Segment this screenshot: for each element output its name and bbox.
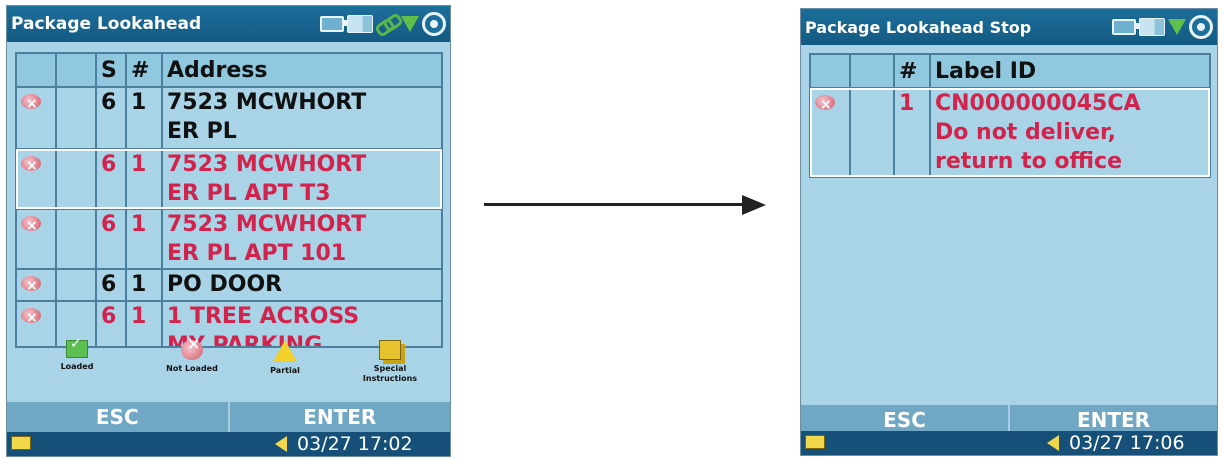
table-row[interactable]: 6 1 PO DOOR [15, 268, 443, 302]
battery-icon [1112, 19, 1139, 35]
table-row[interactable]: 6 1 7523 MCWHORTER PL [15, 86, 443, 150]
col-status-header [809, 53, 851, 89]
clock: 03/27 17:06 [1069, 432, 1185, 454]
task-bar: 03/27 17:02 [7, 432, 450, 456]
col-number-header: # [125, 52, 163, 88]
col-label-id-header: Label ID [929, 53, 1211, 89]
not-loaded-icon [21, 90, 41, 119]
esc-button[interactable]: ESC [7, 402, 230, 432]
truck-icon [347, 15, 373, 33]
legend-loaded: Loaded [47, 339, 107, 372]
title-bar: Package Lookahead Stop [801, 9, 1217, 45]
arrow-head [742, 195, 766, 215]
row-number: 1 [125, 268, 163, 302]
not-loaded-icon [21, 272, 41, 301]
col-blank-header [55, 52, 97, 88]
not-loaded-icon [21, 304, 41, 333]
speaker-icon[interactable] [275, 436, 287, 452]
row-s: 6 [95, 268, 127, 302]
not-loaded-icon [181, 339, 203, 360]
col-number-header: # [893, 53, 931, 89]
not-loaded-icon [21, 212, 41, 241]
signal-icon [401, 16, 419, 32]
col-s-header: S [95, 52, 127, 88]
task-bar: 03/27 17:06 [801, 431, 1217, 455]
signal-icon [1168, 19, 1186, 35]
package-lookahead-stop-screen: Package Lookahead Stop # Label ID 1 CN00… [800, 8, 1218, 456]
title-bar: Package Lookahead [7, 6, 450, 42]
row-address: 7523 MCWHORT ER PL APT 101 [161, 208, 443, 270]
legend-partial: Partial [255, 340, 315, 376]
row-label-id: CN000000045CA Do not deliver, return to … [929, 87, 1211, 178]
enter-button[interactable]: ENTER [230, 402, 451, 432]
col-status-header [15, 52, 57, 88]
table-header: S # Address [15, 52, 443, 88]
softkey-bar: ESC ENTER [7, 402, 450, 432]
speaker-icon[interactable] [1047, 435, 1059, 451]
power-icon[interactable] [422, 12, 446, 36]
loaded-icon [66, 339, 88, 358]
row-s: 6 [95, 148, 127, 210]
warning-icon [273, 340, 297, 362]
arrow-line [484, 203, 744, 206]
table-row[interactable]: 1 CN000000045CA Do not deliver, return t… [809, 87, 1211, 178]
legend-special-instructions: Special Instructions [345, 340, 435, 384]
col-address-header: Address [161, 52, 443, 88]
legend-not-loaded: Not Loaded [157, 339, 227, 374]
row-address: 7523 MCWHORT ER PL [161, 86, 443, 150]
computer-icon[interactable] [805, 435, 825, 449]
label-table: # Label ID 1 CN000000045CA Do not delive… [809, 53, 1211, 178]
link-icon [376, 15, 398, 33]
row-number: 1 [125, 86, 163, 150]
table-header: # Label ID [809, 53, 1211, 89]
address-table: S # Address 6 1 7523 MCWHORTER PL 6 1 75… [15, 52, 443, 348]
row-address: 7523 MCWHORT ER PL APT T3 [161, 148, 443, 210]
row-s: 6 [95, 208, 127, 270]
table-row[interactable]: 6 1 7523 MCWHORTER PL APT 101 [15, 208, 443, 270]
status-icons [1112, 15, 1213, 39]
screen-title: Package Lookahead [11, 14, 202, 34]
computer-icon[interactable] [11, 436, 31, 450]
status-icons [320, 12, 446, 36]
row-address: PO DOOR [161, 268, 443, 302]
row-number: 1 [125, 208, 163, 270]
col-blank-header [849, 53, 895, 89]
battery-icon [320, 16, 347, 32]
truck-icon [1139, 18, 1165, 36]
not-loaded-icon [815, 91, 835, 120]
power-icon[interactable] [1189, 15, 1213, 39]
row-s: 6 [95, 86, 127, 150]
clock: 03/27 17:02 [297, 433, 413, 455]
not-loaded-icon [21, 152, 41, 181]
package-lookahead-screen: Package Lookahead S # Address 6 1 7523 M… [6, 5, 451, 457]
table-row[interactable]: 6 1 7523 MCWHORTER PL APT T3 [15, 148, 443, 210]
legend: Loaded Not Loaded Partial Special Instru… [7, 339, 450, 398]
screen-title: Package Lookahead Stop [805, 17, 1032, 37]
notes-icon [379, 340, 401, 360]
row-number: 1 [125, 148, 163, 210]
row-number: 1 [893, 87, 931, 178]
